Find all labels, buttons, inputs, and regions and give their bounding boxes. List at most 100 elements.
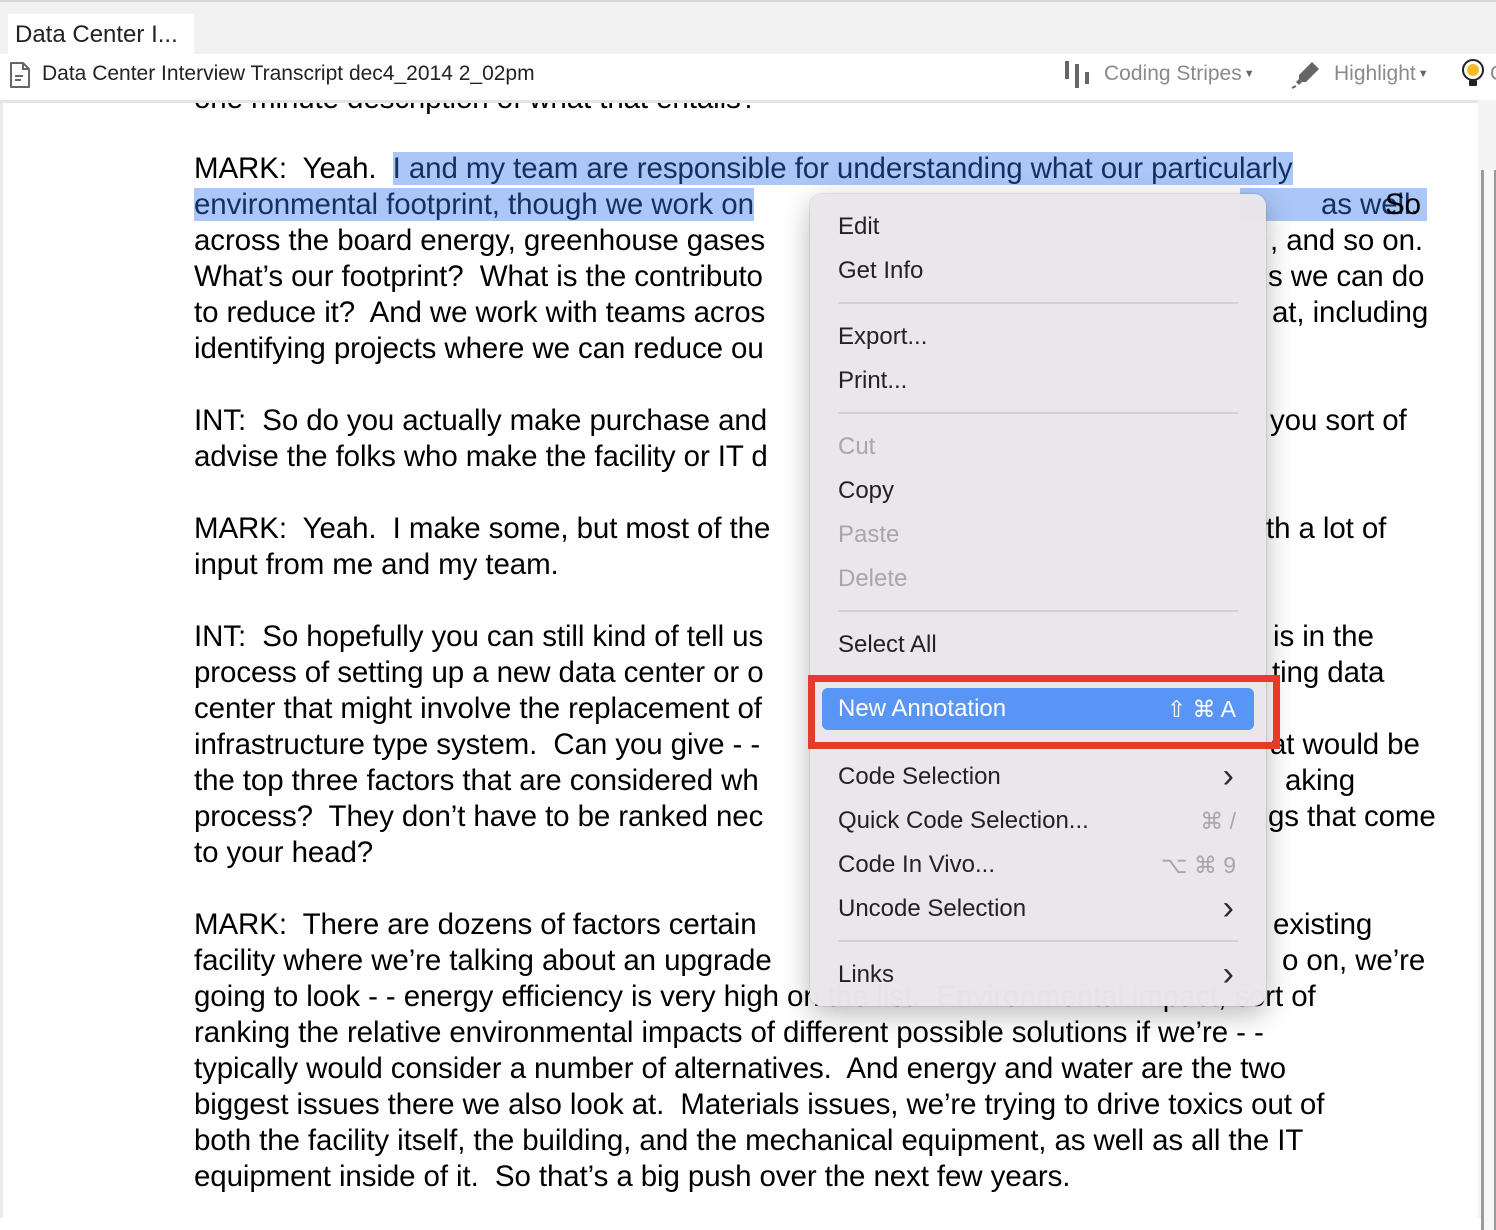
scrollbar-thumb[interactable] — [1481, 170, 1496, 1230]
menu-item-label: Get Info — [838, 257, 924, 284]
speaker-text: MARK: Yeah. — [194, 152, 393, 185]
menu-item-new-annotation[interactable]: New Annotation ⇧ ⌘ A — [838, 689, 1238, 729]
menu-item-delete[interactable]: Delete — [838, 559, 1238, 599]
transcript-line-fragment: existing — [1273, 908, 1373, 941]
menu-item-select-all[interactable]: Select All — [838, 625, 1238, 665]
highlight-label: Highlight — [1334, 62, 1416, 85]
transcript-line: What’s our footprint? What is the contri… — [194, 260, 763, 293]
document-header-bar: Data Center Interview Transcript dec4_20… — [0, 54, 1496, 103]
menu-item-export[interactable]: Export... — [838, 317, 1238, 357]
menu-separator — [838, 302, 1238, 304]
transcript-line: to your head? — [194, 836, 374, 869]
transcript-line-fragment: at, including — [1272, 296, 1429, 329]
transcript-line: across the board energy, greenhouse gase… — [194, 224, 765, 257]
selected-text[interactable]: I and my team are responsible for unders… — [392, 152, 1293, 185]
menu-item-code-selection[interactable]: Code Selection › — [838, 757, 1238, 797]
menu-item-label: Uncode Selection — [838, 895, 1027, 922]
transcript-line-fragment: aking — [1285, 764, 1356, 797]
transcript-line: environmental footprint, though we work … — [194, 187, 754, 223]
transcript-line: the top three factors that are considere… — [194, 764, 759, 797]
transcript-line: facility where we’re talking about an up… — [194, 944, 772, 977]
transcript-line: MARK: Yeah. I make some, but most of the — [194, 512, 771, 545]
insights-button[interactable]: C — [1460, 54, 1496, 94]
selected-text[interactable]: environmental footprint, though we work … — [194, 188, 754, 221]
transcript-line: ranking the relative environmental impac… — [194, 1016, 1264, 1049]
transcript-line-fragment: at would be — [1270, 728, 1420, 761]
menu-item-label: Code In Vivo... — [838, 851, 995, 878]
menu-item-label: Cut — [838, 433, 876, 460]
menu-item-cut[interactable]: Cut — [838, 427, 1238, 467]
menu-separator — [838, 676, 1238, 678]
transcript-line-fragment: is in the — [1273, 620, 1374, 653]
transcript-line: process of setting up a new data center … — [194, 656, 764, 689]
highlight-dropdown-caret: ▼ — [1417, 68, 1429, 80]
menu-item-label: Paste — [838, 521, 900, 548]
menu-separator — [838, 742, 1238, 744]
transcript-line: input from me and my team. — [194, 548, 559, 581]
menu-item-copy[interactable]: Copy — [838, 471, 1238, 511]
menu-item-label: Export... — [838, 323, 928, 350]
submenu-chevron-icon: › — [1222, 757, 1234, 795]
transcript-line-fragment: o on, we’re — [1282, 944, 1426, 977]
transcript-line: infrastructure type system. Can you give… — [194, 728, 761, 761]
menu-item-highlight: New Annotation ⇧ ⌘ A — [822, 688, 1254, 730]
menu-separator — [838, 940, 1238, 942]
highlighter-icon — [1291, 62, 1319, 89]
menu-item-label: Quick Code Selection... — [838, 807, 1089, 834]
menu-item-label: Copy — [838, 477, 895, 504]
coding-stripes-dropdown-caret: ▼ — [1243, 68, 1255, 80]
transcript-line: INT: So do you actually make purchase an… — [194, 404, 768, 437]
transcript-line: process? They don’t have to be ranked ne… — [194, 800, 764, 833]
transcript-line-fragment: gs that come — [1268, 800, 1436, 833]
coding-stripes-icon — [1065, 61, 1089, 88]
submenu-chevron-icon: › — [1222, 955, 1234, 993]
menu-item-get-info[interactable]: Get Info — [838, 251, 1238, 291]
menu-item-label: Select All — [838, 631, 937, 658]
keyboard-shortcut: ⇧ ⌘ A — [1166, 696, 1236, 722]
menu-item-label: Delete — [838, 565, 908, 592]
menu-item-code-in-vivo[interactable]: Code In Vivo... ⌥ ⌘ 9 — [838, 845, 1238, 885]
submenu-chevron-icon: › — [1222, 889, 1234, 927]
highlight-button[interactable]: Highlight ▼ — [1290, 54, 1429, 94]
transcript-line: to reduce it? And we work with teams acr… — [194, 296, 766, 329]
menu-item-label: Print... — [838, 367, 908, 394]
transcript-line: equipment inside of it. So that’s a big … — [194, 1160, 1071, 1193]
lightbulb-icon — [1462, 59, 1484, 86]
menu-item-uncode-selection[interactable]: Uncode Selection › — [838, 889, 1238, 929]
coding-stripes-button[interactable]: Coding Stripes ▼ — [1062, 54, 1255, 94]
transcript-line: one minute description of what that enta… — [194, 103, 757, 117]
tab-strip: Data Center I... — [0, 0, 1496, 56]
document-icon — [10, 62, 30, 88]
menu-item-print[interactable]: Print... — [838, 361, 1238, 401]
transcript-line: center that might involve the replacemen… — [194, 692, 762, 725]
transcript-line: MARK: Yeah. I and my team are responsibl… — [194, 151, 1293, 187]
transcript-line-fragment: ting data — [1272, 656, 1385, 689]
insights-label-partial: C — [1490, 62, 1496, 86]
transcript-line-fragment: s we can do — [1268, 260, 1425, 293]
menu-separator — [838, 412, 1238, 414]
keyboard-shortcut: ⌥ ⌘ 9 — [1160, 852, 1236, 878]
transcript-line-fragment: So — [1385, 188, 1421, 221]
menu-item-label: Edit — [838, 213, 880, 240]
menu-item-quick-code-selection[interactable]: Quick Code Selection... ⌘ / — [838, 801, 1238, 841]
context-menu: Edit Get Info Export... Print... Cut Copy Past… — [810, 194, 1266, 1006]
keyboard-shortcut: ⌘ / — [1200, 808, 1236, 834]
document-title: Data Center Interview Transcript dec4_20… — [42, 62, 535, 85]
transcript-line: identifying projects where we can reduce… — [194, 332, 764, 365]
transcript-line: INT: So hopefully you can still kind of … — [194, 620, 764, 653]
menu-item-edit[interactable]: Edit — [838, 207, 1238, 247]
menu-item-label: Links — [838, 961, 895, 988]
menu-item-label: Code Selection — [838, 763, 1001, 790]
menu-item-links[interactable]: Links › — [838, 955, 1238, 995]
transcript-line: advise the folks who make the facility o… — [194, 440, 768, 473]
document-tab[interactable]: Data Center I... — [8, 14, 194, 56]
transcript-line: both the facility itself, the building, … — [194, 1124, 1304, 1157]
transcript-line-fragment: , and so on. — [1270, 224, 1423, 257]
coding-stripes-label: Coding Stripes — [1104, 62, 1242, 85]
transcript-line: typically would consider a number of alt… — [194, 1052, 1286, 1085]
transcript-line-fragment: th a lot of — [1266, 512, 1387, 545]
transcript-line: biggest issues there we also look at. Ma… — [194, 1088, 1325, 1121]
transcript-line: MARK: There are dozens of factors certai… — [194, 908, 757, 941]
menu-item-paste[interactable]: Paste — [838, 515, 1238, 555]
menu-separator — [838, 610, 1238, 612]
